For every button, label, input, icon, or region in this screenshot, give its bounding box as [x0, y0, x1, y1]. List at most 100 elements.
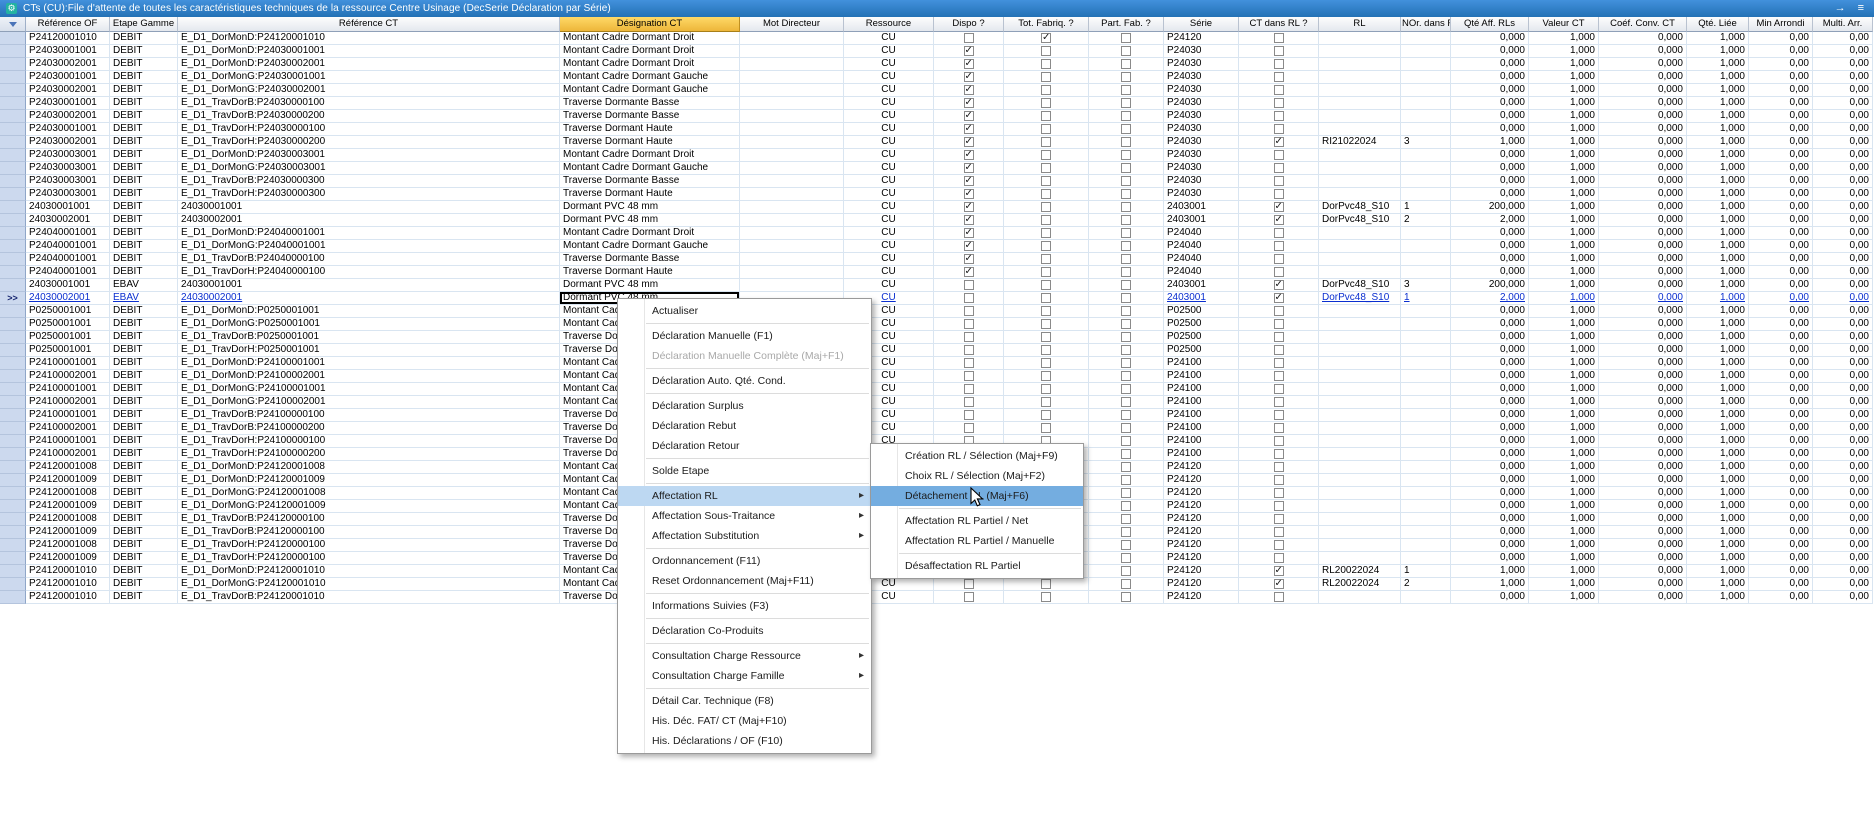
cell-nor-dans-rl[interactable]: [1401, 422, 1451, 435]
cell-ressource[interactable]: CU: [844, 136, 934, 149]
cell-ref-of[interactable]: P24100001001: [26, 383, 110, 396]
part-fab-checkbox[interactable]: [1121, 514, 1131, 524]
cell-qte-liee[interactable]: 1,000: [1687, 331, 1749, 344]
tot-fabriq-checkbox[interactable]: [1041, 176, 1051, 186]
cell-serie[interactable]: P24040: [1164, 227, 1239, 240]
cell-serie[interactable]: P24120: [1164, 487, 1239, 500]
row-selector[interactable]: [0, 110, 26, 123]
cell-qte-liee[interactable]: 1,000: [1687, 110, 1749, 123]
menu-item-declaration-rebut[interactable]: Déclaration Rebut: [618, 416, 871, 436]
cell-ct-dans-rl[interactable]: [1239, 422, 1319, 435]
cell-etape-gamme[interactable]: DEBIT: [110, 565, 178, 578]
menu-item-ordonnancement-f11[interactable]: Ordonnancement (F11): [618, 551, 871, 571]
cell-mot-directeur[interactable]: [740, 188, 844, 201]
cell-multi-arr[interactable]: 0,00: [1813, 240, 1873, 253]
cell-ref-of[interactable]: P24120001009: [26, 526, 110, 539]
cell-ct-dans-rl[interactable]: [1239, 201, 1319, 214]
menu-item-declaration-manuelle-f1[interactable]: Déclaration Manuelle (F1): [618, 326, 871, 346]
ct-dans-rl-checkbox[interactable]: [1274, 592, 1284, 602]
cell-ref-of[interactable]: P24030001001: [26, 97, 110, 110]
cell-ct-dans-rl[interactable]: [1239, 32, 1319, 45]
part-fab-checkbox[interactable]: [1121, 306, 1131, 316]
cell-rl[interactable]: [1319, 71, 1401, 84]
row-selector[interactable]: [0, 71, 26, 84]
cell-multi-arr[interactable]: 0,00: [1813, 435, 1873, 448]
dispo-checkbox[interactable]: [964, 202, 974, 212]
cell-dispo[interactable]: [934, 97, 1004, 110]
part-fab-checkbox[interactable]: [1121, 371, 1131, 381]
cell-min-arrondi[interactable]: 0,00: [1749, 240, 1813, 253]
cell-ref-ct[interactable]: E_D1_TravDorB:P24030000100: [178, 97, 560, 110]
cell-qte-aff-rls[interactable]: 0,000: [1451, 175, 1529, 188]
cell-serie[interactable]: P02500: [1164, 305, 1239, 318]
dispo-checkbox[interactable]: [964, 189, 974, 199]
column-header-tot-fabriq[interactable]: Tot. Fabriq. ?: [1004, 17, 1089, 32]
cell-ref-ct[interactable]: E_D1_DorMonD:P24100002001: [178, 370, 560, 383]
cell-part-fab[interactable]: [1089, 435, 1164, 448]
cell-qte-liee[interactable]: 1,000: [1687, 552, 1749, 565]
cell-etape-gamme[interactable]: DEBIT: [110, 487, 178, 500]
table-row[interactable]: P24030001001DEBITE_D1_TravDorB:P24030000…: [0, 97, 1873, 110]
row-selector[interactable]: [0, 513, 26, 526]
cell-coef-conv-ct[interactable]: 0,000: [1599, 526, 1687, 539]
cell-rl[interactable]: [1319, 305, 1401, 318]
cell-part-fab[interactable]: [1089, 461, 1164, 474]
cell-tot-fabriq[interactable]: [1004, 214, 1089, 227]
column-header-dispo[interactable]: Dispo ?: [934, 17, 1004, 32]
cell-coef-conv-ct[interactable]: 0,000: [1599, 305, 1687, 318]
cell-rl[interactable]: [1319, 227, 1401, 240]
cell-ct-dans-rl[interactable]: [1239, 474, 1319, 487]
cell-ref-ct[interactable]: 24030001001: [178, 279, 560, 292]
cell-min-arrondi[interactable]: 0,00: [1749, 136, 1813, 149]
cell-ct-dans-rl[interactable]: [1239, 292, 1319, 305]
cell-min-arrondi[interactable]: 0,00: [1749, 253, 1813, 266]
cell-multi-arr[interactable]: 0,00: [1813, 578, 1873, 591]
cell-min-arrondi[interactable]: 0,00: [1749, 58, 1813, 71]
cell-valeur-ct[interactable]: 1,000: [1529, 188, 1599, 201]
cell-serie[interactable]: P24100: [1164, 448, 1239, 461]
cell-serie[interactable]: P24030: [1164, 84, 1239, 97]
part-fab-checkbox[interactable]: [1121, 254, 1131, 264]
dispo-checkbox[interactable]: [964, 241, 974, 251]
cell-ressource[interactable]: CU: [844, 58, 934, 71]
cell-multi-arr[interactable]: 0,00: [1813, 383, 1873, 396]
ct-dans-rl-checkbox[interactable]: [1274, 176, 1284, 186]
cell-qte-liee[interactable]: 1,000: [1687, 149, 1749, 162]
cell-qte-aff-rls[interactable]: 0,000: [1451, 344, 1529, 357]
cell-tot-fabriq[interactable]: [1004, 383, 1089, 396]
tot-fabriq-checkbox[interactable]: [1041, 293, 1051, 303]
cell-etape-gamme[interactable]: DEBIT: [110, 58, 178, 71]
cell-coef-conv-ct[interactable]: 0,000: [1599, 357, 1687, 370]
cell-rl[interactable]: [1319, 448, 1401, 461]
cell-qte-liee[interactable]: 1,000: [1687, 383, 1749, 396]
cell-tot-fabriq[interactable]: [1004, 97, 1089, 110]
cell-designation-ct[interactable]: Traverse Dormante Basse: [560, 110, 740, 123]
cell-rl[interactable]: DorPvc48_S10: [1319, 201, 1401, 214]
cell-rl[interactable]: [1319, 357, 1401, 370]
cell-nor-dans-rl[interactable]: 2: [1401, 578, 1451, 591]
cell-coef-conv-ct[interactable]: 0,000: [1599, 396, 1687, 409]
cell-qte-aff-rls[interactable]: 0,000: [1451, 474, 1529, 487]
cell-multi-arr[interactable]: 0,00: [1813, 58, 1873, 71]
cell-qte-liee[interactable]: 1,000: [1687, 318, 1749, 331]
cell-dispo[interactable]: [934, 71, 1004, 84]
table-row[interactable]: P24100002001DEBITE_D1_DorMonD:P241000020…: [0, 370, 1873, 383]
cell-mot-directeur[interactable]: [740, 201, 844, 214]
cell-qte-liee[interactable]: 1,000: [1687, 409, 1749, 422]
cell-ressource[interactable]: CU: [844, 149, 934, 162]
cell-mot-directeur[interactable]: [740, 136, 844, 149]
cell-multi-arr[interactable]: 0,00: [1813, 45, 1873, 58]
cell-rl[interactable]: [1319, 344, 1401, 357]
cell-designation-ct[interactable]: Montant Cadre Dormant Gauche: [560, 162, 740, 175]
cell-tot-fabriq[interactable]: [1004, 396, 1089, 409]
ct-dans-rl-checkbox[interactable]: [1274, 150, 1284, 160]
cell-min-arrondi[interactable]: 0,00: [1749, 305, 1813, 318]
cell-serie[interactable]: P24120: [1164, 513, 1239, 526]
cell-valeur-ct[interactable]: 1,000: [1529, 591, 1599, 604]
cell-ref-of[interactable]: P24030003001: [26, 149, 110, 162]
cell-mot-directeur[interactable]: [740, 240, 844, 253]
cell-rl[interactable]: DorPvc48_S10: [1319, 214, 1401, 227]
ct-dans-rl-checkbox[interactable]: [1274, 475, 1284, 485]
cell-min-arrondi[interactable]: 0,00: [1749, 175, 1813, 188]
cell-nor-dans-rl[interactable]: [1401, 175, 1451, 188]
